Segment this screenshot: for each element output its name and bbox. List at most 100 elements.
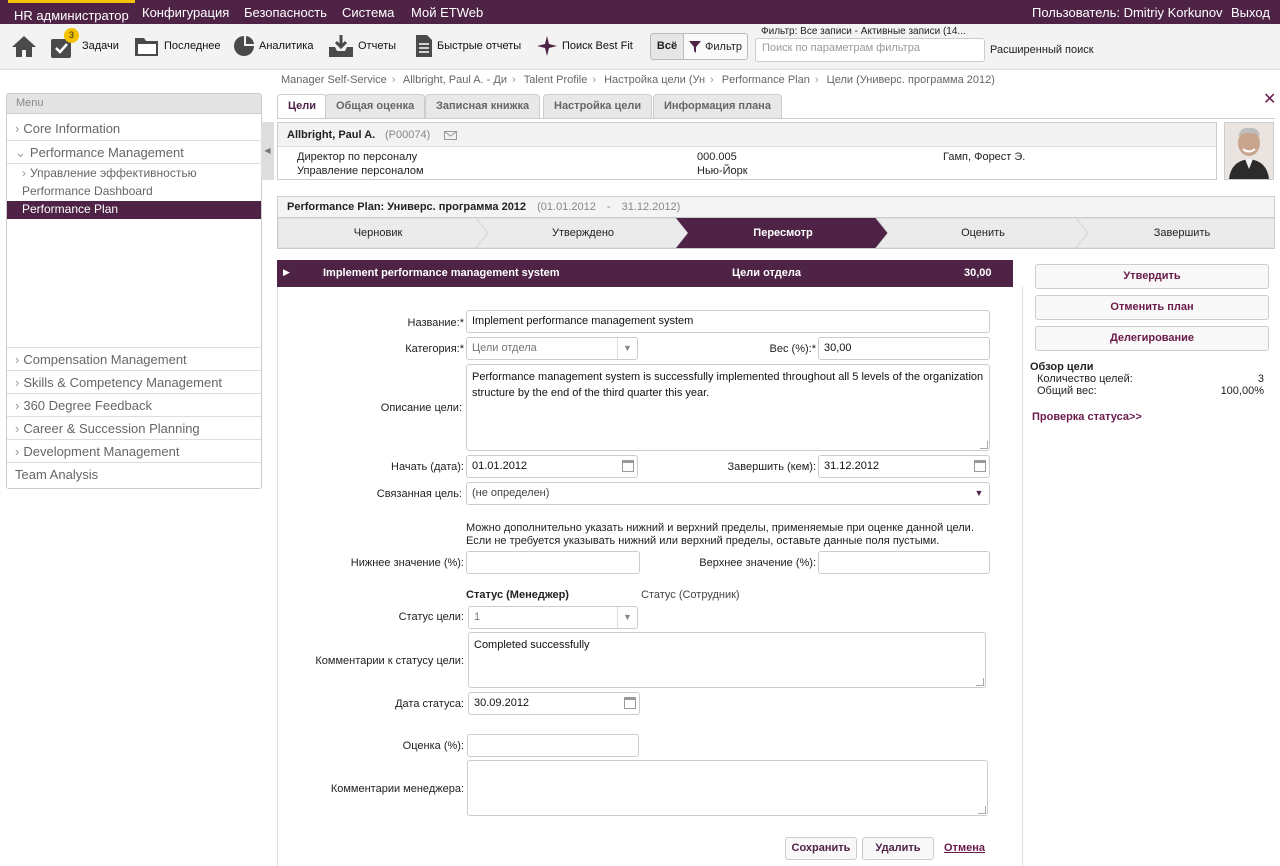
description-label: Описание цели:	[380, 402, 462, 414]
menu-performance-submenu[interactable]: › Управление эффективностью	[7, 163, 261, 183]
tasks-button[interactable]: 3 Задачи	[50, 28, 119, 58]
weight-input[interactable]: 30,00	[818, 337, 990, 360]
goal-count-value: 3	[1257, 373, 1264, 385]
analytics-label: Аналитика	[259, 40, 314, 52]
category-select[interactable]: Цели отдела ▼	[466, 337, 638, 360]
menu-performance-management[interactable]: ⌄ Performance Management	[7, 140, 261, 163]
tabs-divider	[277, 118, 1275, 119]
description-value: Performance management system is success…	[472, 371, 984, 399]
resize-grip-icon[interactable]	[978, 806, 986, 814]
quick-reports-label: Быстрые отчеты	[437, 40, 522, 52]
home-button[interactable]	[10, 34, 42, 58]
chevron-down-icon[interactable]: ▼	[617, 607, 637, 628]
menu-core-information[interactable]: › Core Information	[7, 117, 261, 140]
goal-count-label: Количество целей:	[1037, 373, 1133, 385]
nav-system[interactable]: Система	[342, 5, 394, 20]
resize-grip-icon[interactable]	[980, 441, 988, 449]
cancel-link[interactable]: Отмена	[944, 842, 985, 854]
description-textarea[interactable]: Performance management system is success…	[466, 364, 990, 451]
calendar-icon[interactable]	[622, 460, 634, 472]
tab-plan-info[interactable]: Информация плана	[653, 94, 782, 118]
menu-career[interactable]: › Career & Succession Planning	[7, 416, 261, 439]
filter-button[interactable]: Фильтр	[683, 33, 748, 60]
breadcrumb-item[interactable]: Allbright, Paul A. - Ди	[403, 74, 507, 86]
plan-header: Performance Plan: Универс. программа 201…	[277, 196, 1275, 218]
chevron-down-icon[interactable]: ▼	[617, 338, 637, 359]
chevron-right-icon: ›	[22, 166, 26, 180]
menu-performance-plan[interactable]: Performance Plan	[7, 201, 261, 219]
employee-card-header: Allbright, Paul A. (P00074)	[278, 123, 1216, 147]
end-date-input[interactable]: 31.12.2012	[818, 455, 990, 478]
breadcrumb-item[interactable]: Talent Profile	[524, 74, 588, 86]
status-comment-textarea[interactable]: Completed successfully	[468, 632, 986, 688]
status-date-input[interactable]: 30.09.2012	[468, 692, 640, 715]
employee-code: 000.005	[697, 151, 737, 163]
start-date-input[interactable]: 01.01.2012	[466, 455, 638, 478]
goal-status-select[interactable]: 1 ▼	[468, 606, 638, 629]
menu-performance-dashboard[interactable]: Performance Dashboard	[7, 183, 261, 201]
menu-header: Menu	[7, 94, 261, 114]
menu-team-analysis[interactable]: Team Analysis	[7, 462, 261, 485]
status-employee-heading[interactable]: Статус (Сотрудник)	[641, 589, 740, 601]
status-check-link[interactable]: Проверка статуса>>	[1032, 411, 1142, 423]
logout-link[interactable]: Выход	[1231, 5, 1270, 20]
breadcrumb-item: Цели (Универс. программа 2012)	[826, 74, 995, 86]
tab-notebook[interactable]: Записная книжка	[425, 94, 541, 118]
calendar-icon[interactable]	[974, 460, 986, 472]
nav-configuration[interactable]: Конфигурация	[142, 5, 229, 20]
filter-caption: Фильтр: Все записи - Активные записи (14…	[761, 26, 966, 37]
manager-comment-textarea[interactable]	[467, 760, 988, 816]
goal-header-bar[interactable]: ▶ Implement performance management syste…	[277, 260, 1013, 287]
tab-goal-settings[interactable]: Настройка цели	[543, 94, 653, 118]
nav-my-etweb[interactable]: Мой ETWeb	[411, 5, 483, 20]
tab-goals[interactable]: Цели	[277, 94, 328, 119]
breadcrumb-item[interactable]: Performance Plan	[722, 74, 810, 86]
approve-button[interactable]: Утвердить	[1035, 264, 1269, 289]
envelope-icon[interactable]	[444, 131, 457, 140]
chevron-down-icon[interactable]: ▼	[969, 483, 989, 504]
plan-start: (01.01.2012	[537, 201, 596, 213]
advanced-search-link[interactable]: Расширенный поиск	[990, 44, 1094, 56]
linked-goal-select[interactable]: (не определен) ▼	[466, 482, 990, 505]
cancel-plan-button[interactable]: Отменить план	[1035, 295, 1269, 320]
lower-limit-input[interactable]	[466, 551, 640, 574]
delete-button[interactable]: Удалить	[862, 837, 934, 860]
best-fit-search-button[interactable]: Поиск Best Fit	[536, 34, 633, 58]
manager-comment-label: Комментарии менеджера:	[330, 783, 464, 795]
start-date-label: Начать (дата):	[391, 461, 464, 473]
nav-hr-admin[interactable]: HR администратор	[8, 0, 135, 24]
status-date-value: 30.09.2012	[474, 697, 530, 709]
recent-button[interactable]: Последнее	[134, 34, 221, 58]
category-value: Цели отдела	[472, 342, 537, 354]
workflow-steps: Черновик Утверждено Пересмотр Оценить За…	[277, 217, 1275, 249]
menu-360-feedback[interactable]: › 360 Degree Feedback	[7, 393, 261, 416]
calendar-icon[interactable]	[624, 697, 636, 709]
rating-input[interactable]	[467, 734, 639, 757]
chevron-right-icon: ›	[15, 375, 20, 390]
resize-grip-icon[interactable]	[976, 678, 984, 686]
goal-name-input[interactable]: Implement performance management system	[466, 310, 990, 333]
delegate-button[interactable]: Делегирование	[1035, 326, 1269, 351]
nav-security[interactable]: Безопасность	[244, 5, 327, 20]
upper-limit-label: Верхнее значение (%):	[699, 557, 816, 569]
save-button[interactable]: Сохранить	[785, 837, 857, 860]
expand-triangle-icon[interactable]: ▶	[283, 267, 290, 278]
tab-overall-rating[interactable]: Общая оценка	[325, 94, 426, 118]
menu-compensation[interactable]: › Compensation Management	[7, 347, 261, 370]
close-icon[interactable]: ✕	[1263, 92, 1277, 108]
all-records-button[interactable]: Всё	[650, 33, 684, 60]
breadcrumb-item[interactable]: Настройка цели (Ун	[604, 74, 705, 86]
reports-button[interactable]: Отчеты	[328, 34, 396, 58]
menu-skills[interactable]: › Skills & Competency Management	[7, 370, 261, 393]
employee-id: (P00074)	[385, 129, 431, 141]
status-comment-label: Комментарии к статусу цели:	[315, 655, 464, 667]
start-date-value: 01.01.2012	[472, 460, 528, 472]
upper-limit-input[interactable]	[818, 551, 990, 574]
analytics-button[interactable]: Аналитика	[233, 34, 313, 58]
breadcrumb-item[interactable]: Manager Self-Service	[281, 74, 387, 86]
collapse-panel-handle[interactable]: ◀	[261, 122, 274, 180]
menu-development[interactable]: › Development Management	[7, 439, 261, 462]
filter-search-input[interactable]: Поиск по параметрам фильтра	[755, 38, 985, 62]
quick-reports-button[interactable]: Быстрые отчеты	[415, 34, 521, 58]
goal-title: Implement performance management system	[323, 267, 560, 279]
